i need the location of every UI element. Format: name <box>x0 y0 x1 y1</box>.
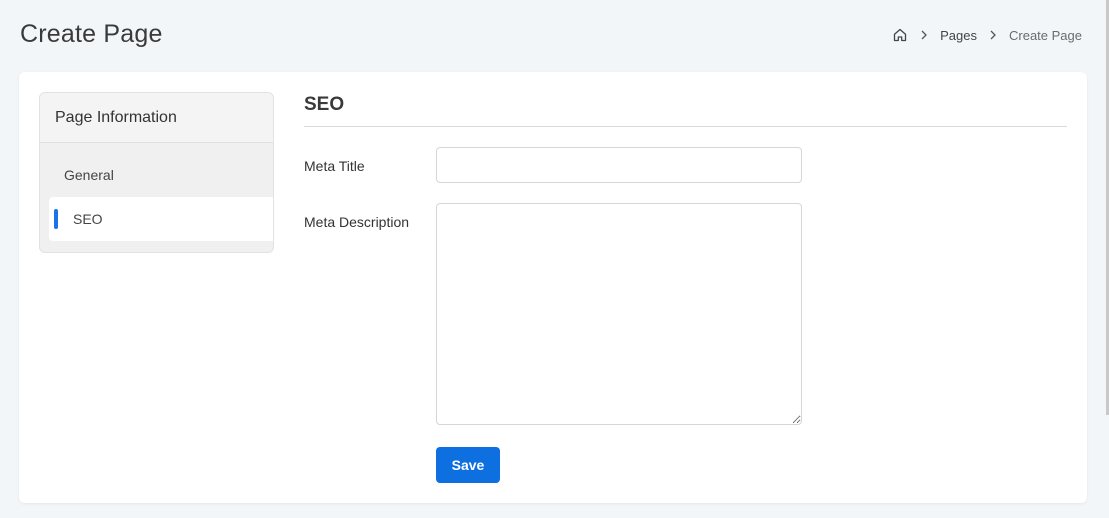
page-info-title: Page Information <box>40 93 273 143</box>
sidebar-item-general[interactable]: General <box>40 153 273 197</box>
meta-title-row: Meta Title <box>304 147 1067 183</box>
save-button[interactable]: Save <box>436 447 500 483</box>
chevron-right-icon <box>985 27 1001 43</box>
seo-form: SEO Meta Title Meta Description <box>304 94 1067 425</box>
page-title: Create Page <box>20 20 163 48</box>
chevron-right-icon <box>916 27 932 43</box>
page: Create Page Pages Create Page Page Infor… <box>0 0 1109 518</box>
sidebar-item-label: SEO <box>73 211 103 227</box>
breadcrumb: Pages Create Page <box>892 27 1082 43</box>
meta-description-label: Meta Description <box>304 214 410 230</box>
page-info-panel: Page Information General SEO <box>39 92 274 253</box>
meta-title-label: Meta Title <box>304 158 365 174</box>
main-card: Page Information General SEO SEO Meta Ti… <box>19 72 1087 503</box>
meta-description-textarea[interactable] <box>436 203 802 425</box>
home-icon[interactable] <box>892 27 908 43</box>
meta-title-input[interactable] <box>436 147 802 183</box>
breadcrumb-item-current: Create Page <box>1009 27 1082 43</box>
breadcrumb-item-pages[interactable]: Pages <box>940 28 977 43</box>
sidebar-item-label: General <box>64 167 114 183</box>
sidebar-item-seo[interactable]: SEO <box>49 197 273 241</box>
active-indicator <box>54 209 58 229</box>
meta-description-row: Meta Description <box>304 203 1067 425</box>
section-title: SEO <box>304 94 1067 127</box>
